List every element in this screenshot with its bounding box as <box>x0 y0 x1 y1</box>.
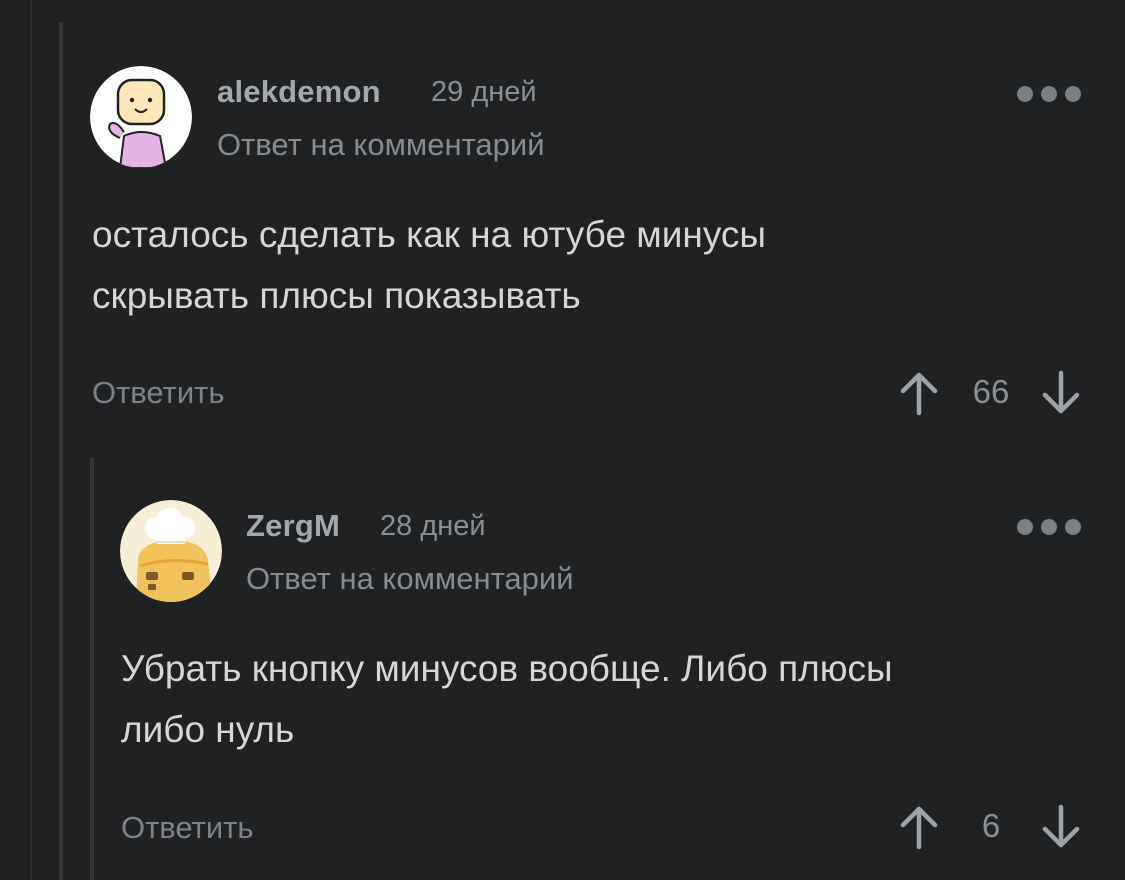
more-dots-icon[interactable] <box>1017 519 1081 535</box>
comment-body: Убрать кнопку минусов вообще. Либо плюсы… <box>121 638 893 760</box>
vote-score: 6 <box>981 807 1001 844</box>
comment-body-line: либо нуль <box>121 709 295 750</box>
user-avatar[interactable] <box>120 500 222 602</box>
comment-time: 28 дней <box>380 510 486 542</box>
arrow-down-icon[interactable] <box>1040 803 1082 851</box>
arrow-up-icon[interactable] <box>898 803 940 851</box>
comment-body-line: Убрать кнопку минусов вообще. Либо плюсы <box>121 648 893 689</box>
reply-button[interactable]: Ответить <box>121 810 254 846</box>
comment-nested: ZergM 28 дней Ответ на комментарий Убрат… <box>0 0 1125 880</box>
comment-author[interactable]: ZergM <box>246 508 340 544</box>
reply-to-label[interactable]: Ответ на комментарий <box>246 561 574 597</box>
